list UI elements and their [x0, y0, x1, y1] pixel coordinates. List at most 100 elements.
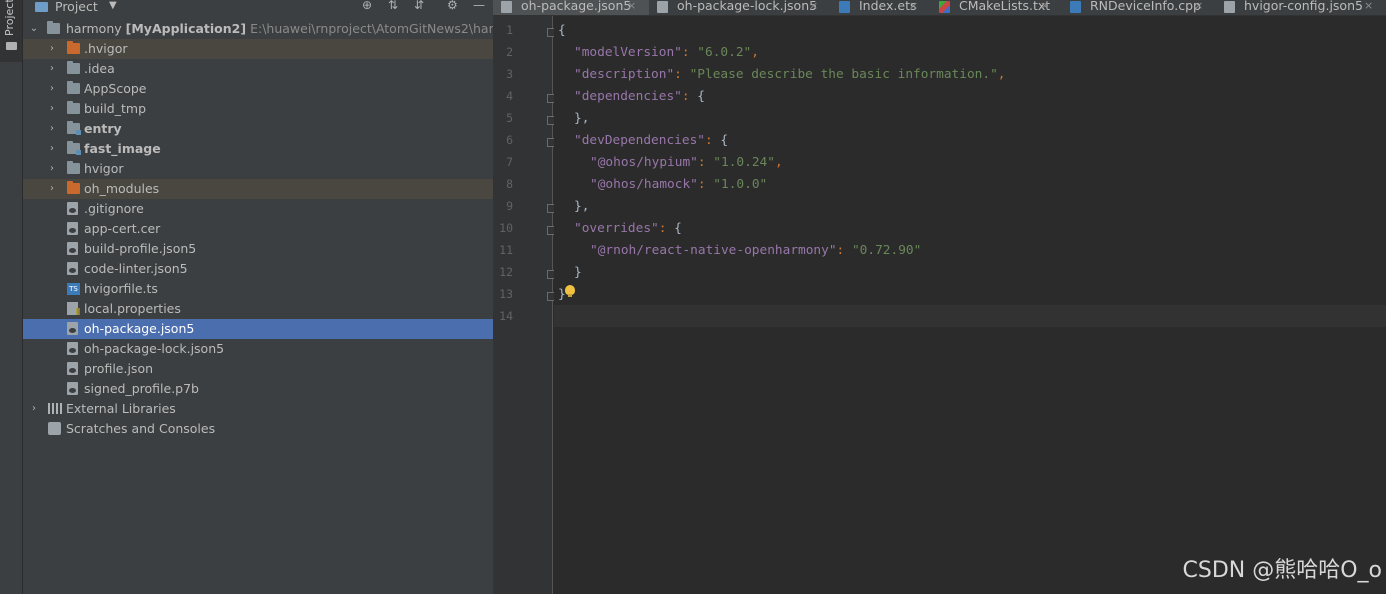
tree-item-label: build_tmp	[84, 101, 146, 116]
project-panel-header: Project ▼ ⊕ ⇅ ⇵ ⚙ —	[23, 0, 493, 16]
tab-label: CMakeLists.txt	[959, 0, 1051, 13]
folder-icon	[6, 42, 17, 50]
json-icon	[501, 1, 512, 13]
tab-oh-package-lock-json5[interactable]: oh-package-lock.json5 ×	[649, 0, 831, 15]
tree-item[interactable]: › build_tmp	[23, 99, 493, 119]
module-folder-icon	[67, 121, 81, 135]
collapse-all-icon[interactable]: ⇵	[414, 0, 424, 12]
chevron-right-icon[interactable]: ›	[47, 179, 57, 199]
tree-item[interactable]: TS hvigorfile.ts	[23, 279, 493, 299]
file-icon	[67, 222, 78, 235]
code-text: }	[574, 265, 582, 280]
tree-item[interactable]: .gitignore	[23, 199, 493, 219]
tab-cmakelists-txt[interactable]: CMakeLists.txt ×	[931, 0, 1062, 15]
cmake-icon	[939, 1, 950, 13]
expand-all-icon[interactable]: ⇅	[388, 0, 398, 12]
tree-item[interactable]: › hvigor	[23, 159, 493, 179]
tree-item[interactable]: build-profile.json5	[23, 239, 493, 259]
tab-hvigor-config-json5[interactable]: hvigor-config.json5 ×	[1216, 0, 1386, 15]
tree-item[interactable]: › fast_image	[23, 139, 493, 159]
locate-icon[interactable]: ⊕	[362, 0, 372, 12]
lightbulb-icon[interactable]	[565, 285, 575, 297]
chevron-down-icon[interactable]: ⌄	[29, 19, 39, 39]
tree-item[interactable]: › .hvigor	[23, 39, 493, 59]
tree-item-label: hvigor	[84, 161, 124, 176]
json-value: "0.72.90"	[851, 243, 922, 258]
external-libraries[interactable]: › External Libraries	[23, 399, 493, 419]
root-name: harmony	[66, 21, 122, 36]
json-open-brace: {	[720, 133, 729, 148]
tab-oh-package-json5[interactable]: oh-package.json5 ×	[493, 0, 649, 15]
tree-item-label: oh-package-lock.json5	[84, 341, 225, 356]
tree-root[interactable]: ⌄ harmony [MyApplication2] E:\huawei\rnpr…	[23, 19, 493, 39]
json-comma: ,	[774, 155, 783, 170]
tree-item[interactable]: › oh_modules	[23, 179, 493, 199]
tab-rndeviceinfo-cpp[interactable]: RNDeviceInfo.cpp ×	[1062, 0, 1216, 15]
chevron-right-icon[interactable]: ›	[47, 59, 57, 79]
json-key: "modelVersion"	[574, 45, 682, 60]
scratches-and-consoles[interactable]: Scratches and Consoles	[23, 419, 493, 439]
project-view-selector[interactable]: Project	[55, 0, 98, 14]
tree-item-label: signed_profile.p7b	[84, 381, 199, 396]
file-icon	[67, 342, 78, 355]
chevron-right-icon[interactable]: ›	[47, 119, 57, 139]
tree-item[interactable]: › .idea	[23, 59, 493, 79]
code-editor[interactable]: {"modelVersion": "6.0.2", "description": …	[554, 16, 1386, 594]
tab-label: hvigor-config.json5	[1244, 0, 1363, 13]
json-comma: ,	[751, 45, 759, 60]
tree-item[interactable]: app-cert.cer	[23, 219, 493, 239]
close-icon[interactable]: ×	[909, 0, 918, 15]
tab-index-ets[interactable]: Index.ets ×	[831, 0, 931, 15]
line-number: 1	[506, 23, 513, 37]
tree-item[interactable]: oh-package-lock.json5	[23, 339, 493, 359]
tree-item[interactable]: local.properties	[23, 299, 493, 319]
tree-item-label: fast_image	[84, 141, 161, 156]
file-icon	[67, 322, 78, 335]
json-key: "description"	[574, 67, 675, 82]
chevron-right-icon[interactable]: ›	[47, 99, 57, 119]
project-tool-button[interactable]: Project	[0, 0, 22, 62]
tree-item[interactable]: › AppScope	[23, 79, 493, 99]
tab-label: Index.ets	[859, 0, 917, 13]
chevron-right-icon[interactable]: ›	[47, 39, 57, 59]
close-icon[interactable]: ×	[1040, 0, 1049, 15]
line-number: 9	[506, 199, 513, 213]
close-icon[interactable]: ×	[627, 0, 636, 15]
json-colon: :	[704, 133, 721, 148]
close-icon[interactable]: ×	[809, 0, 818, 15]
chevron-right-icon[interactable]: ›	[47, 139, 57, 159]
tree-item[interactable]: profile.json	[23, 359, 493, 379]
folder-icon	[67, 81, 80, 94]
tree-item[interactable]: oh-package.json5	[23, 319, 493, 339]
gear-icon[interactable]: ⚙	[447, 0, 458, 12]
tab-label: oh-package-lock.json5	[677, 0, 818, 13]
chevron-right-icon[interactable]: ›	[47, 79, 57, 99]
tree-item[interactable]: signed_profile.p7b	[23, 379, 493, 399]
editor-tabs: oh-package.json5 × oh-package-lock.json5 × I…	[493, 0, 1386, 16]
json-icon	[657, 1, 668, 13]
library-icon	[48, 403, 62, 414]
close-icon[interactable]: ×	[1194, 0, 1203, 15]
chevron-right-icon[interactable]: ›	[47, 159, 57, 179]
json-colon: :	[697, 155, 714, 170]
code-line: "@ohos/hamock": "1.0.0"	[590, 174, 767, 196]
tree-item[interactable]: › entry	[23, 119, 493, 139]
tree-item-label: .gitignore	[84, 201, 144, 216]
chevron-down-icon[interactable]: ▼	[109, 0, 117, 11]
minimize-icon[interactable]: —	[473, 0, 485, 12]
tree-item-label: entry	[84, 121, 122, 136]
tree-item-label: oh_modules	[84, 181, 160, 196]
json-value: "1.0.0"	[713, 177, 768, 192]
chevron-right-icon[interactable]: ›	[29, 399, 39, 419]
tree-item-label: .idea	[84, 61, 115, 76]
line-number: 7	[506, 155, 513, 169]
properties-file-icon	[67, 302, 80, 315]
json-open-brace: {	[674, 221, 682, 236]
tree-item[interactable]: code-linter.json5	[23, 259, 493, 279]
json-key: "devDependencies"	[574, 133, 705, 148]
file-icon	[67, 362, 78, 375]
code-line: "devDependencies": {	[574, 130, 728, 152]
close-icon[interactable]: ×	[1364, 0, 1373, 15]
json-value: "Please describe the basic information."	[689, 67, 998, 82]
tree-item-label: code-linter.json5	[84, 261, 188, 276]
